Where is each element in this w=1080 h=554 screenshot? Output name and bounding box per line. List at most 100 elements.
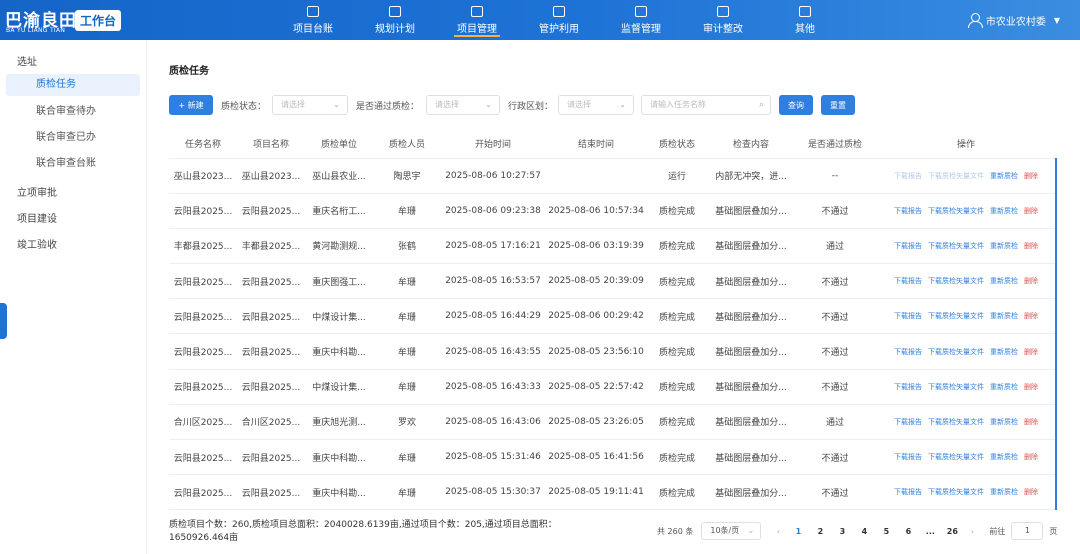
- recheck-link[interactable]: 重新质检: [990, 242, 1018, 250]
- delete-link[interactable]: 删除: [1024, 453, 1038, 461]
- download-vector-link[interactable]: 下载质检矢量文件: [928, 242, 984, 250]
- prev-page-button[interactable]: ‹: [769, 527, 787, 536]
- recheck-link[interactable]: 重新质检: [990, 207, 1018, 215]
- table-row: 巫山县2023... 巫山县2023... 巫山县农业... 陶思宇 2025-08-0…: [169, 158, 1057, 194]
- download-report-link[interactable]: 下载报告: [894, 207, 922, 215]
- page-number[interactable]: 3: [831, 527, 853, 536]
- delete-link[interactable]: 删除: [1024, 312, 1038, 320]
- download-report-link[interactable]: 下载报告: [894, 453, 922, 461]
- table-cell: 质检完成: [647, 263, 707, 300]
- table-cell: 云阳县2025...: [169, 263, 237, 300]
- table-cell: 不通过: [795, 193, 875, 229]
- nav-project-ledger[interactable]: 项目台账: [272, 0, 354, 40]
- user-menu[interactable]: 市农业农村委 ▼: [967, 0, 1060, 40]
- table-cell: 2025-08-05 16:43:33: [441, 369, 545, 405]
- delete-link[interactable]: 删除: [1024, 383, 1038, 391]
- sidebar-group-acceptance[interactable]: 竣工验收: [17, 236, 57, 251]
- download-vector-link[interactable]: 下载质检矢量文件: [928, 453, 984, 461]
- recheck-link[interactable]: 重新质检: [990, 277, 1018, 285]
- recheck-link[interactable]: 重新质检: [990, 453, 1018, 461]
- sidebar-group-site-selection[interactable]: 选址: [17, 53, 37, 68]
- page-size-select[interactable]: 10条/页 ⌄: [701, 522, 762, 540]
- sidebar-item-qc-tasks[interactable]: 质检任务: [6, 74, 140, 96]
- sidebar-group-approval[interactable]: 立项审批: [17, 184, 57, 199]
- nav-project-management[interactable]: 项目管理: [436, 0, 518, 40]
- nav-audit[interactable]: 审计整改: [682, 0, 764, 40]
- next-page-button[interactable]: ›: [963, 527, 981, 536]
- delete-link[interactable]: 删除: [1024, 418, 1038, 426]
- download-report-link[interactable]: 下载报告: [894, 242, 922, 250]
- filter-bar: + 新建 质检状态： 请选择 ⌄ 是否通过质检： 请选择 ⌄ 行政区划： 请选择 ⌄ …: [169, 95, 1069, 117]
- recheck-link[interactable]: 重新质检: [990, 418, 1018, 426]
- reset-button[interactable]: 重置: [821, 95, 855, 115]
- sidebar-collapse-handle[interactable]: [0, 303, 7, 339]
- delete-link[interactable]: 删除: [1024, 172, 1038, 180]
- sidebar-item-joint-review-done[interactable]: 联合审查已办: [6, 127, 140, 149]
- status-select[interactable]: 请选择 ⌄: [272, 95, 348, 115]
- chevron-down-icon: ⌄: [747, 526, 755, 535]
- table-cell: 基础图层叠加分...: [707, 474, 795, 511]
- download-report-link[interactable]: 下载报告: [894, 383, 922, 391]
- recheck-link[interactable]: 重新质检: [990, 172, 1018, 180]
- page-number[interactable]: 2: [809, 527, 831, 536]
- table-cell: 云阳县2025...: [237, 439, 305, 476]
- task-name-input[interactable]: 请输入任务名称 ⌕: [641, 95, 771, 115]
- download-vector-link[interactable]: 下载质检矢量文件: [928, 488, 984, 496]
- download-report-link[interactable]: 下载报告: [894, 312, 922, 320]
- table-cell: 重庆名桁工...: [305, 193, 373, 229]
- download-vector-link[interactable]: 下载质检矢量文件: [928, 277, 984, 285]
- page-number[interactable]: 5: [875, 527, 897, 536]
- sidebar-group-construction[interactable]: 项目建设: [17, 210, 57, 225]
- table-cell: 巫山县2023...: [237, 158, 305, 194]
- table-cell: 运行: [647, 158, 707, 194]
- row-actions: 下载报告 下载质检矢量文件 重新质检 删除: [875, 439, 1057, 476]
- download-report-link[interactable]: 下载报告: [894, 277, 922, 285]
- goto-page-input[interactable]: 1: [1011, 522, 1044, 540]
- delete-link[interactable]: 删除: [1024, 277, 1038, 285]
- chevron-down-icon: ⌄: [619, 100, 626, 109]
- sidebar-item-joint-review-pending[interactable]: 联合审查待办: [6, 101, 140, 123]
- download-vector-link[interactable]: 下载质检矢量文件: [928, 383, 984, 391]
- recheck-link[interactable]: 重新质检: [990, 312, 1018, 320]
- passed-select[interactable]: 请选择 ⌄: [426, 95, 500, 115]
- nav-planning[interactable]: 规划计划: [354, 0, 436, 40]
- document-icon: [471, 5, 483, 17]
- goto-label: 前往: [989, 526, 1006, 536]
- download-report-link[interactable]: 下载报告: [894, 488, 922, 496]
- download-vector-link[interactable]: 下载质检矢量文件: [928, 207, 984, 215]
- download-report-link[interactable]: 下载报告: [894, 172, 922, 180]
- nav-other[interactable]: 其他: [764, 0, 846, 40]
- table-cell: 2025-08-06 10:27:57: [441, 158, 545, 194]
- table-cell: 云阳县2025...: [237, 263, 305, 300]
- recheck-link[interactable]: 重新质检: [990, 383, 1018, 391]
- page-number[interactable]: 4: [853, 527, 875, 536]
- table-row: 云阳县2025... 云阳县2025... 重庆图强工... 牟珊 2025-08-05…: [169, 263, 1057, 300]
- delete-link[interactable]: 删除: [1024, 348, 1038, 356]
- page-number[interactable]: 26: [941, 527, 963, 536]
- recheck-link[interactable]: 重新质检: [990, 488, 1018, 496]
- table-scrollbar[interactable]: [1055, 158, 1057, 510]
- download-vector-link[interactable]: 下载质检矢量文件: [928, 418, 984, 426]
- download-report-link[interactable]: 下载报告: [894, 348, 922, 356]
- download-vector-link[interactable]: 下载质检矢量文件: [928, 348, 984, 356]
- delete-link[interactable]: 删除: [1024, 488, 1038, 496]
- page-ellipsis[interactable]: ...: [919, 527, 941, 536]
- logo[interactable]: 巴渝良田 BA YU LIANG TIAN 工作台: [5, 2, 145, 38]
- table-row: 云阳县2025... 云阳县2025... 重庆名桁工... 牟珊 2025-08-06…: [169, 193, 1057, 229]
- region-select[interactable]: 请选择 ⌄: [558, 95, 634, 115]
- table-cell: 质检完成: [647, 298, 707, 335]
- delete-link[interactable]: 删除: [1024, 242, 1038, 250]
- download-report-link[interactable]: 下载报告: [894, 418, 922, 426]
- delete-link[interactable]: 删除: [1024, 207, 1038, 215]
- download-vector-link[interactable]: 下载质检矢量文件: [928, 172, 984, 180]
- nav-maintenance[interactable]: 管护利用: [518, 0, 600, 40]
- nav-supervision[interactable]: 监督管理: [600, 0, 682, 40]
- download-vector-link[interactable]: 下载质检矢量文件: [928, 312, 984, 320]
- page-number[interactable]: 6: [897, 527, 919, 536]
- recheck-link[interactable]: 重新质检: [990, 348, 1018, 356]
- workspace-badge[interactable]: 工作台: [75, 10, 122, 31]
- query-button[interactable]: 查询: [779, 95, 813, 115]
- page-number[interactable]: 1: [787, 527, 809, 536]
- sidebar-item-joint-review-ledger[interactable]: 联合审查台账: [6, 153, 140, 175]
- new-button[interactable]: + 新建: [169, 95, 213, 115]
